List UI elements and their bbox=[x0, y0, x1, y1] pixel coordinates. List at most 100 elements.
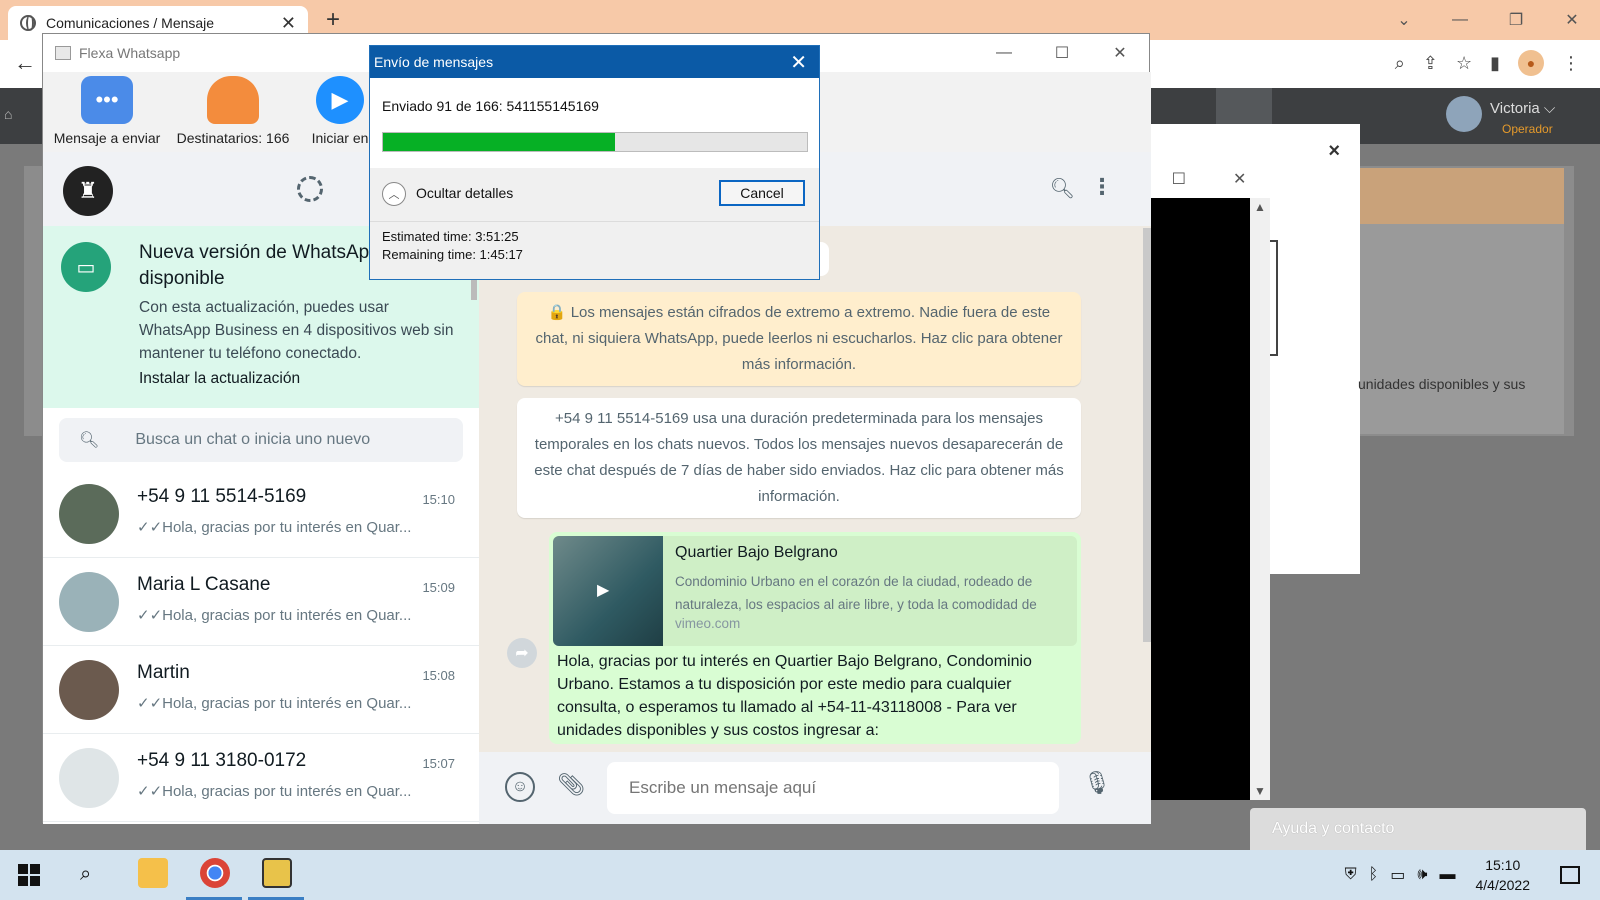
alert-bar bbox=[1358, 168, 1564, 224]
clock[interactable]: 15:10 4/4/2022 bbox=[1476, 855, 1531, 895]
video-scrollbar[interactable]: ▲ ▼ bbox=[1250, 198, 1270, 800]
volume-icon[interactable]: 🕪︎ bbox=[1417, 866, 1427, 884]
avatar bbox=[59, 572, 119, 632]
tab-close-icon[interactable]: ✕ bbox=[281, 13, 296, 34]
chevron-down-icon[interactable]: ⌄ bbox=[1376, 0, 1432, 40]
scroll-down-icon[interactable]: ▼ bbox=[1254, 784, 1266, 798]
list-item[interactable]: Maria L Casane 15:09 ✓✓Hola, gracias por… bbox=[43, 558, 479, 646]
send-status: Enviado 91 de 166: 541155145169 bbox=[382, 98, 599, 114]
star-icon[interactable]: ☆ bbox=[1456, 53, 1472, 74]
list-item[interactable]: Martin 15:08 ✓✓Hola, gracias por tu inte… bbox=[43, 646, 479, 734]
shield-icon[interactable]: ⛨ bbox=[1345, 866, 1357, 884]
chrome-icon[interactable] bbox=[200, 858, 230, 888]
message-bubble[interactable]: ▶ Quartier Bajo Belgrano Condominio Urba… bbox=[549, 532, 1081, 744]
chat-time: 15:10 bbox=[422, 492, 455, 507]
flexa-window-controls: — ☐ ✕ bbox=[975, 34, 1149, 72]
search-icon[interactable]: ⌕ bbox=[80, 863, 91, 886]
notifications-icon[interactable] bbox=[1560, 866, 1580, 884]
chat-search[interactable]: 🔍︎ Busca un chat o inicia uno nuevo bbox=[59, 418, 463, 462]
chat-preview: ✓✓Hola, gracias por tu interés en Quar..… bbox=[137, 607, 412, 624]
install-update-link[interactable]: Instalar la actualización bbox=[139, 370, 300, 388]
flexa-app-icon[interactable] bbox=[262, 858, 292, 888]
link-preview[interactable]: ▶ Quartier Bajo Belgrano Condominio Urba… bbox=[553, 536, 1077, 646]
recipients-button[interactable]: Destinatarios: 166 bbox=[171, 76, 295, 146]
banner-description: Con esta actualización, puedes usar What… bbox=[139, 299, 454, 362]
encryption-notice[interactable]: 🔒 Los mensajes están cifrados de extremo… bbox=[517, 292, 1081, 386]
forward-icon[interactable]: ➦ bbox=[507, 638, 537, 668]
search-input[interactable]: Busca un chat o inicia uno nuevo bbox=[135, 431, 370, 449]
clock-time: 15:10 bbox=[1485, 857, 1521, 873]
list-item[interactable]: +54 9 11 3180-0172 15:07 ✓✓Hola, gracias… bbox=[43, 734, 479, 822]
start-label: Iniciar en bbox=[311, 130, 369, 146]
new-tab-button[interactable]: + bbox=[326, 6, 340, 34]
message-input[interactable] bbox=[607, 762, 1059, 814]
sidepanel-icon[interactable]: ▮ bbox=[1490, 53, 1500, 74]
battery-icon[interactable]: ▬ bbox=[1440, 866, 1456, 884]
dialog-details: Estimated time: 3:51:25 Remaining time: … bbox=[382, 228, 523, 264]
dialog-titlebar: Envío de mensajes ✕ bbox=[370, 46, 819, 78]
sidebar-scrollbar[interactable] bbox=[471, 280, 477, 300]
browser-toolbar-icons: ⌕ ⇪ ☆ ▮ ● ⋮ bbox=[1395, 50, 1580, 76]
status-icon[interactable] bbox=[297, 176, 323, 202]
close-icon[interactable]: ✕ bbox=[1233, 169, 1246, 189]
side-panel bbox=[1358, 224, 1564, 434]
dialog-title: Envío de mensajes bbox=[374, 54, 494, 70]
bluetooth-icon[interactable]: ᛒ bbox=[1369, 866, 1379, 884]
share-icon[interactable]: ⇪ bbox=[1423, 53, 1438, 74]
restore-button[interactable]: ❐ bbox=[1488, 0, 1544, 40]
scroll-up-icon[interactable]: ▲ bbox=[1254, 200, 1266, 214]
tab-title: Comunicaciones / Mensaje bbox=[46, 15, 215, 31]
cancel-button[interactable]: Cancel bbox=[719, 180, 805, 206]
clock-date: 4/4/2022 bbox=[1475, 877, 1531, 893]
attach-icon[interactable]: 📎︎ bbox=[557, 772, 585, 798]
profile-avatar[interactable]: ♜ bbox=[63, 166, 113, 216]
chat-scrollbar[interactable] bbox=[1143, 228, 1151, 642]
chat-bubble-icon: ••• bbox=[81, 76, 133, 124]
menu-icon[interactable]: ⋮ bbox=[1562, 53, 1580, 74]
minimize-button[interactable]: — bbox=[1432, 0, 1488, 40]
chevron-up-icon[interactable]: ︿ bbox=[382, 182, 406, 206]
help-contact-button[interactable]: Ayuda y contacto bbox=[1250, 808, 1586, 850]
play-icon: ▶ bbox=[597, 582, 610, 599]
temporary-messages-notice[interactable]: +54 9 11 5514-5169 usa una duración pred… bbox=[517, 398, 1081, 518]
maximize-button[interactable]: ☐ bbox=[1033, 34, 1091, 72]
compose-bar: ☺ 📎︎ 🎙︎ bbox=[479, 752, 1151, 824]
list-item[interactable]: +54 9 11 5514-5169 15:10 ✓✓Hola, gracias… bbox=[43, 470, 479, 558]
search-icon[interactable]: 🔍︎ bbox=[1050, 176, 1075, 201]
file-explorer-icon[interactable] bbox=[138, 858, 168, 888]
dialog-main: Enviado 91 de 166: 541155145169 bbox=[370, 78, 819, 168]
link-description: Condominio Urbano en el corazón de la ci… bbox=[675, 574, 1037, 612]
people-icon bbox=[207, 76, 259, 124]
back-button[interactable]: ← bbox=[14, 50, 36, 76]
maximize-icon[interactable]: ☐ bbox=[1172, 169, 1186, 189]
devices-icon: ▭ bbox=[61, 242, 111, 292]
avatar bbox=[59, 660, 119, 720]
start-button[interactable]: ▶ Iniciar en bbox=[305, 76, 375, 146]
menu-icon[interactable]: ⋮ bbox=[1091, 174, 1113, 200]
start-button[interactable] bbox=[18, 864, 40, 886]
mic-icon[interactable]: 🎙︎ bbox=[1083, 770, 1111, 796]
network-icon[interactable]: ▭ bbox=[1390, 865, 1405, 885]
emoji-icon[interactable]: ☺ bbox=[505, 772, 535, 802]
close-button[interactable]: ✕ bbox=[1544, 0, 1600, 40]
close-icon[interactable]: ✕ bbox=[790, 50, 807, 75]
chat-preview: ✓✓Hola, gracias por tu interés en Quar..… bbox=[137, 783, 412, 800]
send-progress-dialog: Envío de mensajes ✕ Enviado 91 de 166: 5… bbox=[369, 45, 820, 280]
frame-outline bbox=[1270, 240, 1278, 356]
avatar[interactable] bbox=[1446, 96, 1482, 132]
profile-icon[interactable]: ● bbox=[1518, 50, 1544, 76]
chat-time: 15:08 bbox=[422, 668, 455, 683]
close-button[interactable]: ✕ bbox=[1091, 34, 1149, 72]
zoom-icon[interactable]: ⌕ bbox=[1395, 53, 1405, 74]
modal-close-icon[interactable]: × bbox=[1328, 140, 1340, 163]
message-to-send-label: Mensaje a enviar bbox=[53, 130, 161, 146]
user-name[interactable]: Victoria ⌵ bbox=[1490, 100, 1555, 117]
video-thumbnail: ▶ bbox=[553, 536, 663, 646]
hide-details-toggle[interactable]: Ocultar detalles bbox=[416, 185, 513, 201]
message-text: Hola, gracias por tu interés en Quartier… bbox=[557, 653, 1032, 739]
search-icon: 🔍︎ bbox=[79, 432, 100, 449]
chat-name: Martin bbox=[137, 662, 190, 683]
message-to-send-button[interactable]: ••• Mensaje a enviar bbox=[49, 76, 165, 146]
chat-name: +54 9 11 5514-5169 bbox=[137, 486, 307, 507]
minimize-button[interactable]: — bbox=[975, 34, 1033, 72]
